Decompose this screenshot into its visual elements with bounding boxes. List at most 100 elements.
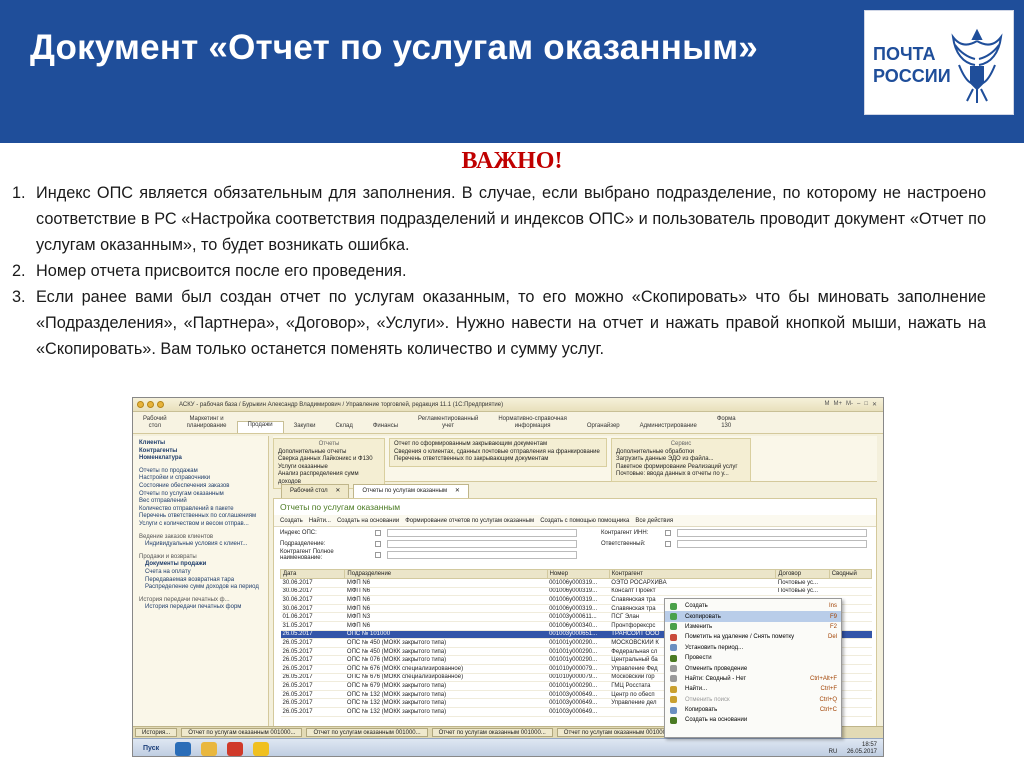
nav-top-item[interactable]: Клиенты <box>139 440 262 448</box>
column-header[interactable]: Контрагент <box>608 569 777 579</box>
command-link[interactable]: Дополнительные обработки <box>616 449 746 457</box>
toolbar-button-4[interactable]: Создать с помощью помощника <box>540 518 629 524</box>
nav-group-heading[interactable]: Ведение заказов клиентов <box>139 534 262 542</box>
close-icon[interactable]: ✕ <box>334 488 340 494</box>
toolbar-button-2[interactable]: Создать на основании <box>337 518 399 524</box>
menu-item[interactable]: Изменить F2 <box>665 622 841 632</box>
column-header[interactable]: Дата <box>279 569 346 579</box>
command-link[interactable]: Пакетное формирование Реализаций услуг <box>616 464 746 472</box>
toolbar-button-0[interactable]: Создать <box>280 518 303 524</box>
folder-icon[interactable] <box>201 741 218 756</box>
command-link[interactable]: Сверка данных Лайконикс и Ф130 <box>278 456 380 464</box>
nav-link[interactable]: Услуги с количеством и весом отправ... <box>139 521 262 529</box>
input-language[interactable]: RU <box>829 749 838 755</box>
chrome-icon[interactable] <box>227 741 244 756</box>
maximize-icon[interactable]: □ <box>864 401 868 408</box>
filter-checkbox[interactable] <box>665 529 671 536</box>
filter-input[interactable] <box>387 528 577 537</box>
column-header[interactable]: Договор <box>775 569 830 579</box>
nav-link[interactable]: Настройки и справочники <box>139 475 262 483</box>
window-button-icon[interactable] <box>157 401 164 408</box>
command-link[interactable]: Дополнительные отчеты <box>278 449 380 457</box>
filter-checkbox[interactable] <box>375 551 381 558</box>
nav-link[interactable]: Счета на оплату <box>139 569 262 577</box>
nav-group-heading[interactable]: История передачи печатных ф... <box>139 597 262 605</box>
command-link[interactable]: Перечень ответственных по закрывающим до… <box>394 456 602 464</box>
menu-item[interactable]: Провести <box>665 653 841 663</box>
menu-item[interactable]: Скопировать F9 <box>665 611 841 622</box>
menu-item[interactable]: Установить период... <box>665 643 841 653</box>
section-1[interactable]: Маркетинг и планирование <box>177 416 237 433</box>
menu-item[interactable]: Создать на основании <box>665 715 841 725</box>
filter-input[interactable] <box>387 539 577 548</box>
explorer-icon[interactable] <box>175 741 192 756</box>
menu-item[interactable]: Отменить поиск Ctrl+Q <box>665 695 841 705</box>
nav-group-heading[interactable]: Продажи и возвраты <box>139 554 262 562</box>
nav-link[interactable]: Распределение сумм доходов на период <box>139 584 262 592</box>
menu-item[interactable]: Найти: Сводный - Нет Ctrl+Alt+F <box>665 674 841 684</box>
section-7[interactable]: Нормативно-справочная информация <box>488 416 577 433</box>
close-icon[interactable]: ✕ <box>453 488 460 494</box>
memory-m-button[interactable]: M <box>824 401 829 408</box>
section-10[interactable]: Форма 130 <box>707 416 746 433</box>
window-tab[interactable]: Отчет по услугам оказанным 001000... <box>431 728 553 737</box>
column-header[interactable]: Сводный <box>828 569 873 579</box>
menu-item[interactable]: Создать Ins <box>665 601 841 611</box>
nav-link[interactable]: История передачи печатных форм <box>139 604 262 612</box>
nav-link[interactable]: Состояние обеспечения заказов <box>139 483 262 491</box>
filter-input[interactable] <box>387 550 577 559</box>
command-link[interactable]: Загрузить данные ЭДО из файла... <box>616 456 746 464</box>
column-header[interactable]: Подразделение <box>344 569 548 579</box>
nav-link[interactable]: Индивидуальные условия с клиент... <box>139 541 262 549</box>
window-tab[interactable]: Отчет по услугам оказанным 001000... <box>306 728 428 737</box>
command-link[interactable]: Услуги оказанные <box>278 464 380 472</box>
menu-item[interactable]: Отменить проведение <box>665 663 841 673</box>
table-row[interactable]: 30.06.2017 МФП N6 001006у000319... Консалт … <box>280 587 872 597</box>
command-link[interactable]: Отчет по сформированным закрывающим доку… <box>394 441 602 449</box>
section-0[interactable]: Рабочий стол <box>133 416 177 433</box>
section-2[interactable]: Продажи <box>236 421 284 433</box>
nav-top-item[interactable]: Контрагенты <box>139 448 262 456</box>
tab-0[interactable]: Рабочий стол ✕ <box>281 484 350 498</box>
nav-link[interactable]: Документы продажи <box>139 561 262 569</box>
window-tab[interactable]: Отчет по услугам оказанным 001000... <box>181 728 303 737</box>
start-button[interactable]: Пуск <box>137 745 165 752</box>
filter-checkbox[interactable] <box>375 540 381 547</box>
filter-input[interactable] <box>677 539 867 548</box>
window-tab[interactable]: Отчет по услугам оказанным 001000... <box>556 728 678 737</box>
nav-link[interactable]: Передаваемая возвратная тара <box>139 577 262 585</box>
section-9[interactable]: Администрирование <box>630 423 707 433</box>
section-4[interactable]: Склад <box>325 423 362 433</box>
memory-minus-button[interactable]: M- <box>846 401 853 408</box>
close-icon[interactable]: ✕ <box>872 401 877 408</box>
nav-link[interactable]: Перечень ответственных по соглашениям <box>139 513 262 521</box>
window-tab[interactable]: История... <box>135 728 178 737</box>
nav-link[interactable]: Вес отправлений <box>139 498 262 506</box>
menu-item[interactable]: Найти... Ctrl+F <box>665 684 841 694</box>
minimize-icon[interactable]: – <box>857 401 860 408</box>
command-link[interactable]: Почтовые: ввода данных в отчеты по у... <box>616 471 746 479</box>
section-8[interactable]: Органайзер <box>577 423 630 433</box>
menu-item[interactable]: Копировать Ctrl+C <box>665 705 841 715</box>
filter-checkbox[interactable] <box>665 540 671 547</box>
memory-plus-button[interactable]: M+ <box>833 401 842 408</box>
table-row[interactable]: 30.06.2017 МФП N6 001006у000319... ОЭТО РОС… <box>280 578 872 588</box>
nav-link[interactable]: Количество отправлений в пакете <box>139 506 262 514</box>
section-5[interactable]: Финансы <box>363 423 408 433</box>
command-link[interactable]: Сведения о клиентах, сданных почтовые от… <box>394 449 602 457</box>
note-number: 2. <box>12 262 26 280</box>
nav-top-item[interactable]: Номенклатура <box>139 455 262 463</box>
window-button-icon[interactable] <box>137 401 144 408</box>
section-6[interactable]: Регламентированный учет <box>408 416 488 433</box>
filter-checkbox[interactable] <box>375 529 381 536</box>
toolbar-button-3[interactable]: Формирование отчетов по услугам оказанны… <box>405 518 534 524</box>
window-button-icon[interactable] <box>147 401 154 408</box>
column-header[interactable]: Номер <box>546 569 610 579</box>
toolbar-button-1[interactable]: Найти... <box>309 518 331 524</box>
section-3[interactable]: Закупки <box>284 423 326 433</box>
1c-icon[interactable] <box>253 741 270 756</box>
toolbar-button-5[interactable]: Все действия <box>635 518 673 524</box>
tab-1[interactable]: Отчеты по услугам оказанным ✕ <box>353 484 469 498</box>
menu-item[interactable]: Пометить на удаление / Снять пометку Del <box>665 632 841 642</box>
filter-input[interactable] <box>677 528 867 537</box>
